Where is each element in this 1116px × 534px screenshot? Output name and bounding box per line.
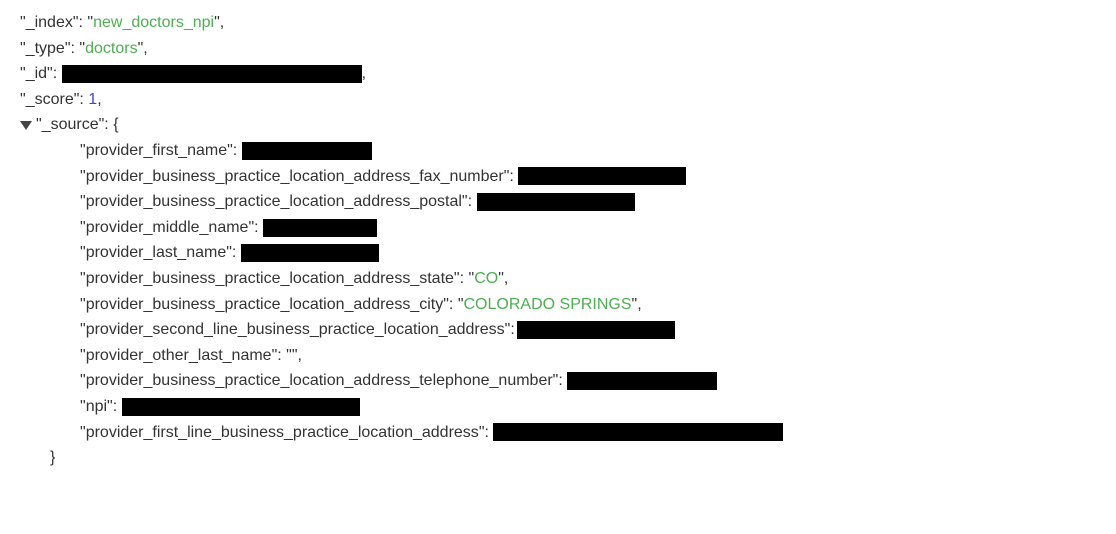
value-score: 1 bbox=[88, 91, 97, 108]
key-npi: npi bbox=[86, 398, 107, 415]
key-first-line: provider_first_line_business_practice_lo… bbox=[86, 424, 479, 441]
row-middle-name: "provider_middle_name": bbox=[20, 215, 1096, 241]
row-telephone: "provider_business_practice_location_add… bbox=[20, 368, 1096, 394]
row-provider-first-name: "provider_first_name": bbox=[20, 138, 1096, 164]
row-state: "provider_business_practice_location_add… bbox=[20, 266, 1096, 292]
row-id: "_id": , bbox=[20, 61, 1096, 87]
value-type: doctors bbox=[85, 40, 137, 57]
row-postal: "provider_business_practice_location_add… bbox=[20, 189, 1096, 215]
row-score: "_score": 1, bbox=[20, 87, 1096, 113]
key-second-line: provider_second_line_business_practice_l… bbox=[86, 321, 505, 338]
key-last-name: provider_last_name bbox=[86, 244, 227, 261]
redacted-middle-name bbox=[263, 219, 377, 237]
row-source-close: } bbox=[20, 445, 1096, 471]
key-source: _source bbox=[42, 116, 99, 133]
redacted-first-name bbox=[242, 142, 372, 160]
key-type: _type bbox=[26, 40, 65, 57]
key-index: _index bbox=[26, 14, 73, 31]
key-state: provider_business_practice_location_addr… bbox=[86, 270, 454, 287]
row-last-name: "provider_last_name": bbox=[20, 240, 1096, 266]
key-provider-first-name: provider_first_name bbox=[86, 142, 227, 159]
key-middle-name: provider_middle_name bbox=[86, 219, 249, 236]
row-index: "_index": "new_doctors_npi", bbox=[20, 10, 1096, 36]
redacted-id bbox=[62, 65, 362, 83]
key-telephone: provider_business_practice_location_addr… bbox=[86, 372, 553, 389]
key-score: _score bbox=[26, 91, 74, 108]
key-other-last-name: provider_other_last_name bbox=[86, 347, 272, 364]
json-viewer: "_index": "new_doctors_npi", "_type": "d… bbox=[20, 10, 1096, 471]
key-postal: provider_business_practice_location_addr… bbox=[86, 193, 462, 210]
value-city: COLORADO SPRINGS bbox=[464, 296, 632, 313]
key-fax: provider_business_practice_location_addr… bbox=[86, 168, 504, 185]
row-city: "provider_business_practice_location_add… bbox=[20, 292, 1096, 318]
value-state: CO bbox=[474, 270, 498, 287]
redacted-telephone bbox=[567, 372, 717, 390]
redacted-npi bbox=[122, 398, 360, 416]
redacted-second-line bbox=[517, 321, 675, 339]
row-fax: "provider_business_practice_location_add… bbox=[20, 164, 1096, 190]
row-type: "_type": "doctors", bbox=[20, 36, 1096, 62]
row-second-line: "provider_second_line_business_practice_… bbox=[20, 317, 1096, 343]
key-city: provider_business_practice_location_addr… bbox=[86, 296, 444, 313]
key-id: _id bbox=[26, 65, 47, 82]
row-source-header[interactable]: "_source": { bbox=[20, 112, 1096, 138]
row-npi: "npi": bbox=[20, 394, 1096, 420]
row-other-last-name: "provider_other_last_name": "", bbox=[20, 343, 1096, 369]
caret-down-icon[interactable] bbox=[20, 121, 32, 130]
redacted-postal bbox=[477, 193, 635, 211]
row-first-line: "provider_first_line_business_practice_l… bbox=[20, 420, 1096, 446]
value-index: new_doctors_npi bbox=[93, 14, 214, 31]
redacted-fax bbox=[518, 167, 686, 185]
redacted-first-line bbox=[493, 423, 783, 441]
redacted-last-name bbox=[241, 244, 379, 262]
